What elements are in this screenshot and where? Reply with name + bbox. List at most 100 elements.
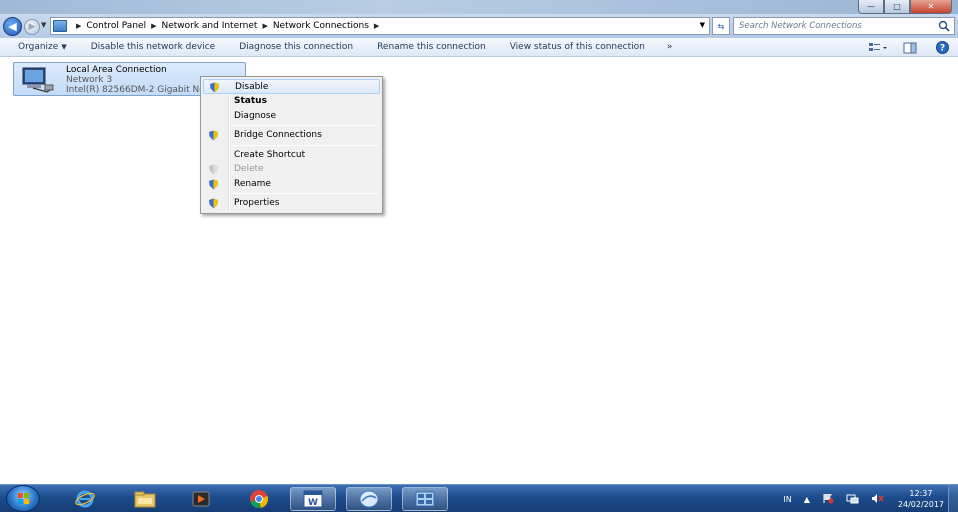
address-row: ◀ ▶ ▼ ▶ Control Panel ▶ Network and Inte…	[0, 14, 958, 38]
show-hidden-icons-button[interactable]: ▲	[804, 495, 810, 504]
uac-shield-icon	[210, 82, 219, 93]
word-icon: W	[303, 490, 323, 508]
breadcrumb-network-connections[interactable]: Network Connections	[273, 21, 369, 31]
uac-shield-icon	[209, 130, 218, 141]
menu-item-disable[interactable]: Disable	[203, 79, 380, 94]
change-view-button[interactable]	[868, 41, 888, 55]
window-controls: — □ ✕	[858, 0, 952, 14]
connections-list: Local Area Connection Network 3 Intel(R)…	[0, 57, 958, 484]
menu-item-properties[interactable]: Properties	[203, 196, 380, 211]
menu-item-label: Diagnose	[234, 110, 277, 121]
help-icon: ?	[935, 41, 949, 54]
network-adapter-icon	[22, 67, 54, 93]
refresh-button[interactable]: ⇆	[712, 17, 730, 35]
preview-pane-button[interactable]	[900, 41, 920, 55]
breadcrumb-control-panel[interactable]: Control Panel	[86, 21, 146, 31]
menu-separator	[232, 144, 378, 146]
disable-device-button[interactable]: Disable this network device	[79, 42, 228, 52]
uac-shield-icon	[209, 179, 218, 189]
chevron-down-icon: ▼	[41, 21, 47, 29]
menu-item-label: Status	[234, 96, 267, 107]
taskbar-word[interactable]: W	[290, 487, 336, 511]
search-icon[interactable]	[938, 20, 950, 32]
address-bar[interactable]: ▶ Control Panel ▶ Network and Internet ▶…	[50, 17, 710, 35]
clock-time: 12:37	[909, 489, 933, 498]
help-button[interactable]: ?	[932, 41, 952, 55]
svg-text:W: W	[308, 498, 318, 508]
menu-item-label: Properties	[234, 198, 280, 209]
menu-item-rename[interactable]: Rename	[203, 177, 380, 192]
uac-shield-icon	[209, 198, 218, 209]
menu-item-label: Disable	[235, 81, 269, 92]
start-button[interactable]	[6, 485, 40, 512]
menu-item-label: Bridge Connections	[234, 130, 322, 141]
view-list-icon	[869, 42, 887, 51]
back-button[interactable]: ◀	[3, 17, 22, 36]
uac-shield-icon	[209, 164, 218, 175]
taskbar-media-player[interactable]	[178, 487, 224, 511]
arrow-left-icon: ◀	[8, 20, 17, 33]
recent-pages-dropdown[interactable]: ▼	[41, 21, 46, 29]
view-status-button[interactable]: View status of this connection	[498, 42, 657, 52]
menu-item-diagnose[interactable]: Diagnose	[203, 109, 380, 124]
menu-item-label: Create Shortcut	[234, 149, 306, 160]
context-menu: Disable Status Diagnose Bridge Connectio…	[200, 76, 383, 214]
system-tray: IN ▲ 12:37 24/02/2017	[777, 485, 944, 512]
taskbar: W IN ▲ 12:37 24/02/2017	[0, 484, 958, 512]
menu-item-bridge-connections[interactable]: Bridge Connections	[203, 128, 380, 143]
taskbar-network-connections[interactable]	[402, 487, 448, 511]
windows-logo-icon	[18, 493, 29, 504]
connection-name: Local Area Connection	[66, 65, 167, 75]
control-panel-icon	[415, 491, 435, 507]
organize-label: Organize	[18, 42, 59, 52]
breadcrumb-arrow-icon[interactable]: ▶	[262, 22, 267, 30]
title-bar: — □ ✕	[0, 0, 958, 14]
breadcrumb-arrow-icon[interactable]: ▶	[76, 22, 81, 30]
connection-network: Network 3	[66, 75, 113, 85]
menu-item-delete: Delete	[203, 162, 380, 177]
chevron-down-icon: ▼	[61, 43, 67, 51]
chrome-icon	[250, 490, 269, 509]
diagnose-button[interactable]: Diagnose this connection	[227, 42, 365, 52]
command-bar: Organize ▼ Disable this network device Di…	[0, 38, 958, 57]
clock-date: 24/02/2017	[897, 500, 944, 509]
view-controls: ?	[862, 38, 958, 57]
remote-desktop-icon	[359, 490, 379, 508]
preview-pane-icon	[903, 42, 917, 53]
organize-menu[interactable]: Organize ▼	[0, 42, 79, 52]
taskbar-chrome[interactable]	[236, 487, 282, 511]
menu-item-label: Delete	[234, 164, 264, 175]
breadcrumb-network-internet[interactable]: Network and Internet	[161, 21, 257, 31]
folder-icon	[134, 491, 156, 508]
volume-muted-icon[interactable]	[871, 493, 884, 506]
menu-item-label: Rename	[234, 178, 271, 189]
forward-button[interactable]: ▶	[24, 19, 40, 35]
close-button[interactable]: ✕	[910, 0, 952, 14]
clock[interactable]: 12:37 24/02/2017	[898, 488, 944, 510]
maximize-button[interactable]: □	[884, 0, 910, 14]
svg-text:?: ?	[939, 44, 944, 54]
menu-separator	[232, 193, 378, 194]
minimize-button[interactable]: —	[858, 0, 884, 14]
show-desktop-button[interactable]	[948, 485, 958, 512]
network-status-icon[interactable]	[846, 493, 859, 506]
search-box	[733, 17, 955, 35]
breadcrumb-arrow-icon[interactable]: ▶	[151, 22, 156, 30]
breadcrumb-arrow-icon[interactable]: ▶	[374, 22, 379, 30]
internet-explorer-icon	[75, 490, 95, 508]
refresh-icon: ⇆	[717, 21, 725, 31]
menu-item-status[interactable]: Status	[203, 94, 380, 109]
rename-button[interactable]: Rename this connection	[365, 42, 498, 52]
control-panel-icon	[53, 20, 67, 32]
more-commands-button[interactable]: »	[657, 42, 683, 52]
media-player-icon	[192, 491, 210, 507]
language-indicator[interactable]: IN	[783, 495, 791, 504]
address-dropdown-icon[interactable]: ▼	[700, 21, 705, 29]
taskbar-internet-explorer[interactable]	[62, 487, 108, 511]
taskbar-remote-app[interactable]	[346, 487, 392, 511]
search-input[interactable]	[734, 18, 930, 34]
action-center-icon[interactable]	[822, 493, 834, 506]
menu-separator	[232, 125, 378, 126]
menu-item-create-shortcut[interactable]: Create Shortcut	[203, 148, 380, 163]
taskbar-file-explorer[interactable]	[122, 487, 168, 511]
